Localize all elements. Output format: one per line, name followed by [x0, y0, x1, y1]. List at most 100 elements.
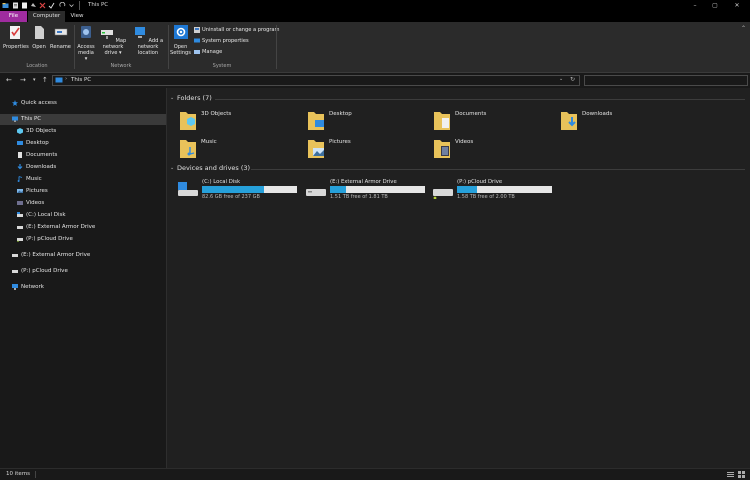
- access-media-label: Access media: [77, 44, 95, 56]
- explorer-icon: [2, 3, 9, 8]
- sidebar-item-this-pc[interactable]: This PC: [0, 114, 166, 125]
- drive-e[interactable]: (E:) External Armor Drive 1.51 TB free o…: [305, 179, 431, 205]
- drive-p[interactable]: (P:) pCloud Drive 1.58 TB free of 2.00 T…: [432, 179, 558, 205]
- minimize-button[interactable]: –: [686, 1, 704, 10]
- sidebar-item-music[interactable]: Music: [17, 174, 42, 185]
- open-button[interactable]: Open: [29, 24, 49, 50]
- new-folder-quick-icon[interactable]: [21, 2, 28, 9]
- folder-music[interactable]: Music: [179, 137, 289, 161]
- ribbon-tabs: File Computer View: [0, 11, 750, 22]
- sidebar-item-local-disk[interactable]: (C:) Local Disk: [17, 210, 66, 221]
- folder-videos[interactable]: Videos: [433, 137, 543, 161]
- collapse-folders-icon[interactable]: ⌄: [170, 95, 174, 101]
- properties-quick-icon[interactable]: [12, 2, 19, 9]
- drive-free-space: 1.58 TB free of 2.00 TB: [457, 194, 515, 200]
- rename-icon: [54, 28, 67, 36]
- sidebar-item-pictures[interactable]: Pictures: [17, 186, 48, 197]
- drive-usage-bar: [202, 186, 297, 193]
- sidebar-item-label: (P:) pCloud Drive: [21, 268, 68, 274]
- open-settings-button[interactable]: Open Settings: [170, 24, 191, 56]
- window-title: This PC: [88, 2, 109, 8]
- manage-icon: [194, 49, 200, 54]
- folder-label: 3D Objects: [201, 111, 232, 117]
- sidebar-item-external-armor-drive[interactable]: (E:) External Armor Drive: [17, 222, 95, 233]
- customize-quick-access-icon[interactable]: [69, 2, 74, 9]
- recent-locations-button[interactable]: ▾: [33, 77, 36, 83]
- tab-view[interactable]: View: [66, 11, 88, 22]
- refresh-icon[interactable]: ↻: [570, 76, 575, 83]
- sidebar-item-downloads[interactable]: Downloads: [17, 162, 56, 173]
- map-network-drive-button[interactable]: Map network drive ▾: [97, 24, 129, 56]
- forward-button[interactable]: →: [20, 76, 26, 84]
- address-field[interactable]: › This PC ⌄ ↻: [52, 75, 580, 86]
- folders-section-header[interactable]: Folders (7): [177, 94, 212, 102]
- sidebar-item-pcloud-drive-root[interactable]: (P:) pCloud Drive: [12, 266, 68, 277]
- item-count: 10 items: [6, 471, 31, 477]
- sidebar-item-desktop[interactable]: Desktop: [17, 138, 49, 149]
- system-properties-button[interactable]: System properties: [194, 37, 249, 46]
- folder-label: Videos: [455, 139, 474, 145]
- delete-quick-icon[interactable]: [39, 2, 46, 9]
- sidebar-item-network[interactable]: Network: [12, 282, 44, 293]
- collapse-ribbon-icon[interactable]: ⌃: [741, 25, 746, 32]
- back-button[interactable]: ←: [6, 76, 12, 84]
- open-label: Open: [32, 44, 46, 50]
- folder-3d-objects[interactable]: 3D Objects: [179, 109, 289, 133]
- details-view-icon[interactable]: [727, 471, 734, 478]
- sidebar-item-3d-objects[interactable]: 3D Objects: [17, 126, 56, 137]
- sidebar-item-documents[interactable]: Documents: [17, 150, 57, 161]
- drive-c[interactable]: (C:) Local Disk 82.6 GB free of 237 GB: [177, 179, 303, 205]
- drive-icon: [306, 189, 326, 196]
- folder-label: Desktop: [329, 111, 352, 117]
- rename-button[interactable]: Rename: [50, 24, 71, 50]
- uninstall-program-button[interactable]: Uninstall or change a program: [194, 26, 280, 35]
- folder-icon: [308, 140, 324, 158]
- videos-icon: [17, 200, 23, 205]
- manage-button[interactable]: Manage: [194, 48, 222, 57]
- manage-label: Manage: [202, 49, 223, 55]
- drive-name: (E:) External Armor Drive: [330, 179, 397, 185]
- sidebar-item-label: This PC: [21, 116, 42, 122]
- document-icon: [18, 151, 22, 158]
- title-separator: [79, 1, 80, 10]
- sidebar-item-external-armor-drive-root[interactable]: (E:) External Armor Drive: [12, 250, 90, 261]
- maximize-button[interactable]: ▢: [706, 1, 724, 10]
- large-icons-view-icon[interactable]: [738, 471, 745, 478]
- drive-free-space: 82.6 GB free of 237 GB: [202, 194, 260, 200]
- status-separator: [35, 471, 36, 478]
- folder-documents[interactable]: Documents: [433, 109, 543, 133]
- sidebar-item-label: Videos: [26, 200, 45, 206]
- redo-quick-icon[interactable]: [59, 2, 66, 9]
- windows-drive-icon: [178, 182, 198, 196]
- breadcrumb[interactable]: This PC: [71, 77, 91, 83]
- checkmark-quick-icon[interactable]: [48, 2, 55, 9]
- search-input[interactable]: [584, 75, 748, 86]
- undo-quick-icon[interactable]: [30, 2, 37, 9]
- sidebar-item-videos[interactable]: Videos: [17, 198, 44, 209]
- up-button[interactable]: ↑: [42, 76, 48, 84]
- folder-icon: [180, 112, 196, 130]
- group-label-location: Location: [26, 63, 48, 69]
- collapse-drives-icon[interactable]: ⌄: [170, 165, 174, 171]
- tab-file[interactable]: File: [0, 11, 27, 22]
- sidebar-item-quick-access[interactable]: Quick access: [12, 98, 57, 109]
- sidebar-item-label: Downloads: [26, 164, 57, 170]
- add-network-location-button[interactable]: Add a network location: [130, 24, 166, 56]
- sidebar-item-pcloud-drive[interactable]: (P:) pCloud Drive: [17, 234, 73, 245]
- sidebar-item-label: (P:) pCloud Drive: [26, 236, 73, 242]
- sidebar-item-label: (E:) External Armor Drive: [21, 252, 91, 258]
- properties-button[interactable]: Properties: [3, 24, 29, 50]
- open-settings-label: Open Settings: [170, 44, 191, 56]
- folder-downloads[interactable]: Downloads: [560, 109, 670, 133]
- access-media-button[interactable]: Access media ▾: [76, 24, 96, 62]
- computer-icon: [55, 77, 63, 83]
- tab-computer[interactable]: Computer: [28, 11, 65, 22]
- close-button[interactable]: ✕: [728, 1, 746, 10]
- folder-desktop[interactable]: Desktop: [307, 109, 417, 133]
- computer-icon: [12, 116, 18, 122]
- drive-usage-fill: [202, 186, 264, 193]
- drives-section-header[interactable]: Devices and drives (3): [177, 164, 250, 172]
- folder-pictures[interactable]: Pictures: [307, 137, 417, 161]
- address-dropdown-icon[interactable]: ⌄: [559, 76, 563, 82]
- address-bar-row: ← → ▾ ↑ › This PC ⌄ ↻: [0, 73, 750, 88]
